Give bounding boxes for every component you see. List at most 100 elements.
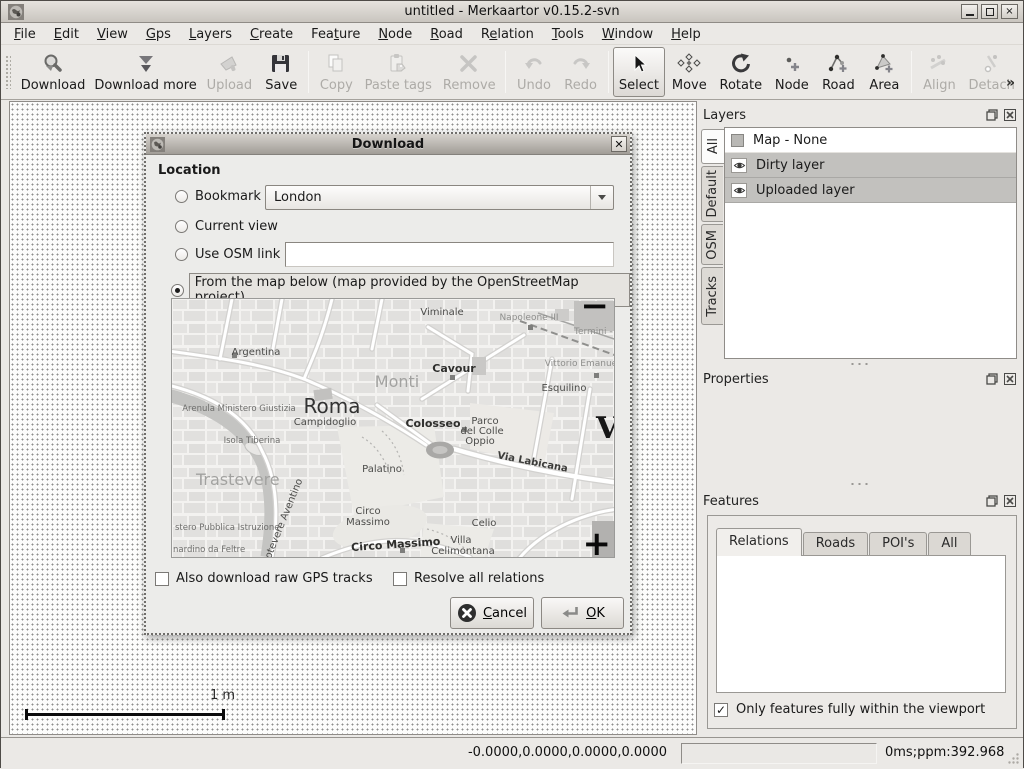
gps-tracks-checkbox[interactable]: [155, 572, 169, 586]
menu-layers[interactable]: Layers: [180, 25, 241, 44]
from-map-radio[interactable]: [171, 284, 184, 297]
combobox-dropdown-button[interactable]: [590, 186, 613, 209]
road-tool-button[interactable]: Road: [815, 47, 861, 97]
area-tool-button[interactable]: Area: [861, 47, 907, 97]
paste-tags-icon: [386, 52, 410, 76]
viewport-checkbox[interactable]: ✓: [714, 703, 728, 717]
toolbar-handle[interactable]: [5, 55, 11, 89]
area-icon: [872, 52, 896, 76]
cancel-button[interactable]: Cancel: [450, 597, 534, 629]
features-tabbar: Relations Roads POI's All: [716, 528, 972, 556]
resize-grip[interactable]: [1007, 752, 1020, 765]
bookmark-combobox[interactable]: London: [265, 185, 614, 210]
resolve-relations-checkbox[interactable]: [393, 572, 407, 586]
features-close-icon[interactable]: [1003, 494, 1016, 507]
map-watermark-v: V: [596, 411, 615, 446]
layers-tab-all[interactable]: All: [701, 129, 724, 164]
layers-float-icon[interactable]: [985, 108, 998, 121]
maximize-button[interactable]: [981, 4, 998, 19]
save-button[interactable]: Save: [258, 47, 304, 97]
select-tool-button[interactable]: Select: [613, 47, 666, 97]
ok-button[interactable]: OK: [541, 597, 624, 629]
osm-link-input[interactable]: [285, 242, 614, 267]
menu-edit[interactable]: Edit: [45, 25, 88, 44]
node-tool-button[interactable]: Node: [768, 47, 815, 97]
app-icon: [8, 4, 24, 20]
undo-button: Undo: [510, 47, 557, 97]
copy-button: Copy: [313, 47, 359, 97]
map-label: Isola Tiberina: [224, 436, 281, 446]
node-icon: [780, 52, 804, 76]
download-more-button[interactable]: Download more: [91, 47, 201, 97]
layers-tab-tracks[interactable]: Tracks: [701, 267, 723, 325]
map-zoom-out-button[interactable]: −: [581, 298, 610, 323]
features-panel: Relations Roads POI's All ✓ Only feature…: [707, 515, 1017, 729]
dialog-close-icon: ✕: [614, 138, 623, 151]
map-label: Celimontana: [431, 546, 494, 557]
menu-node[interactable]: Node: [369, 25, 421, 44]
menu-create[interactable]: Create: [241, 25, 302, 44]
titlebar[interactable]: untitled - Merkaartor v0.15.2-svn ×: [1, 1, 1023, 23]
dialog-close-button[interactable]: ✕: [611, 136, 627, 152]
osm-map-preview[interactable]: Viminale Napoleone III Termini - La Vitt…: [171, 298, 615, 558]
layer-row-map-none[interactable]: Map - None: [725, 128, 1016, 153]
features-list[interactable]: [716, 555, 1006, 693]
menu-road[interactable]: Road: [421, 25, 472, 44]
map-label: Esquilino: [541, 383, 586, 394]
layers-panel-title: Layers: [701, 108, 746, 123]
map-label: Oppio: [465, 436, 494, 447]
visibility-eye-icon[interactable]: [731, 183, 747, 198]
visibility-eye-icon[interactable]: [731, 158, 747, 173]
toolbar-separator: [505, 51, 506, 93]
bookmark-radio[interactable]: [175, 190, 188, 203]
menu-window[interactable]: Window: [593, 25, 662, 44]
current-view-radio[interactable]: [175, 220, 188, 233]
move-tool-button[interactable]: Move: [665, 47, 713, 97]
layers-panel: All Default OSM Tracks Map - None Dirty …: [701, 127, 1018, 359]
tab-all[interactable]: All: [928, 532, 970, 556]
close-button[interactable]: ×: [1001, 4, 1018, 19]
menu-file[interactable]: File: [5, 25, 45, 44]
layer-swatch[interactable]: [731, 134, 744, 147]
toolbar-separator: [608, 51, 609, 93]
minimize-button[interactable]: [961, 4, 978, 19]
upload-icon: [217, 52, 241, 76]
layer-row-dirty[interactable]: Dirty layer: [725, 153, 1016, 178]
properties-float-icon[interactable]: [985, 372, 998, 385]
dialog-titlebar[interactable]: Download ✕: [146, 134, 630, 155]
layers-tabbar: All Default OSM Tracks: [701, 129, 724, 327]
toolbar-overflow-chevron[interactable]: »: [1006, 75, 1015, 91]
minimize-icon: [966, 14, 974, 16]
menu-help[interactable]: Help: [662, 25, 710, 44]
map-zoom-in-button[interactable]: +: [583, 527, 612, 558]
location-group-label: Location: [158, 163, 221, 178]
features-float-icon[interactable]: [985, 494, 998, 507]
rotate-tool-button[interactable]: Rotate: [713, 47, 768, 97]
download-more-icon: [134, 52, 158, 76]
menu-tools[interactable]: Tools: [543, 25, 593, 44]
tab-relations[interactable]: Relations: [716, 528, 802, 556]
menu-gps[interactable]: Gps: [137, 25, 180, 44]
map-label: Napoleone III: [499, 313, 558, 323]
dock-splitter[interactable]: [701, 359, 1018, 368]
menu-relation[interactable]: Relation: [472, 25, 543, 44]
menu-view[interactable]: View: [88, 25, 137, 44]
layers-close-icon[interactable]: [1003, 108, 1016, 121]
layers-tab-default[interactable]: Default: [701, 166, 723, 222]
properties-close-icon[interactable]: [1003, 372, 1016, 385]
map-label: stero Pubblica Istruzione: [175, 523, 279, 533]
layers-tab-osm[interactable]: OSM: [701, 224, 723, 265]
layer-label: Uploaded layer: [756, 183, 855, 198]
layers-panel-header: Layers: [701, 105, 1018, 125]
coordinates-readout: -0.0000,0.0000,0.0000,0.0000: [468, 745, 667, 760]
tab-pois[interactable]: POI's: [869, 532, 927, 556]
layer-row-uploaded[interactable]: Uploaded layer: [725, 178, 1016, 203]
dock-splitter[interactable]: [701, 479, 1018, 488]
map-label: Colosseo: [405, 417, 461, 430]
menu-feature[interactable]: Feature: [302, 25, 369, 44]
osm-link-radio[interactable]: [175, 248, 188, 261]
remove-icon: [457, 52, 481, 76]
tab-roads[interactable]: Roads: [803, 532, 868, 556]
download-button[interactable]: Download: [15, 47, 90, 97]
align-icon: [927, 52, 951, 76]
